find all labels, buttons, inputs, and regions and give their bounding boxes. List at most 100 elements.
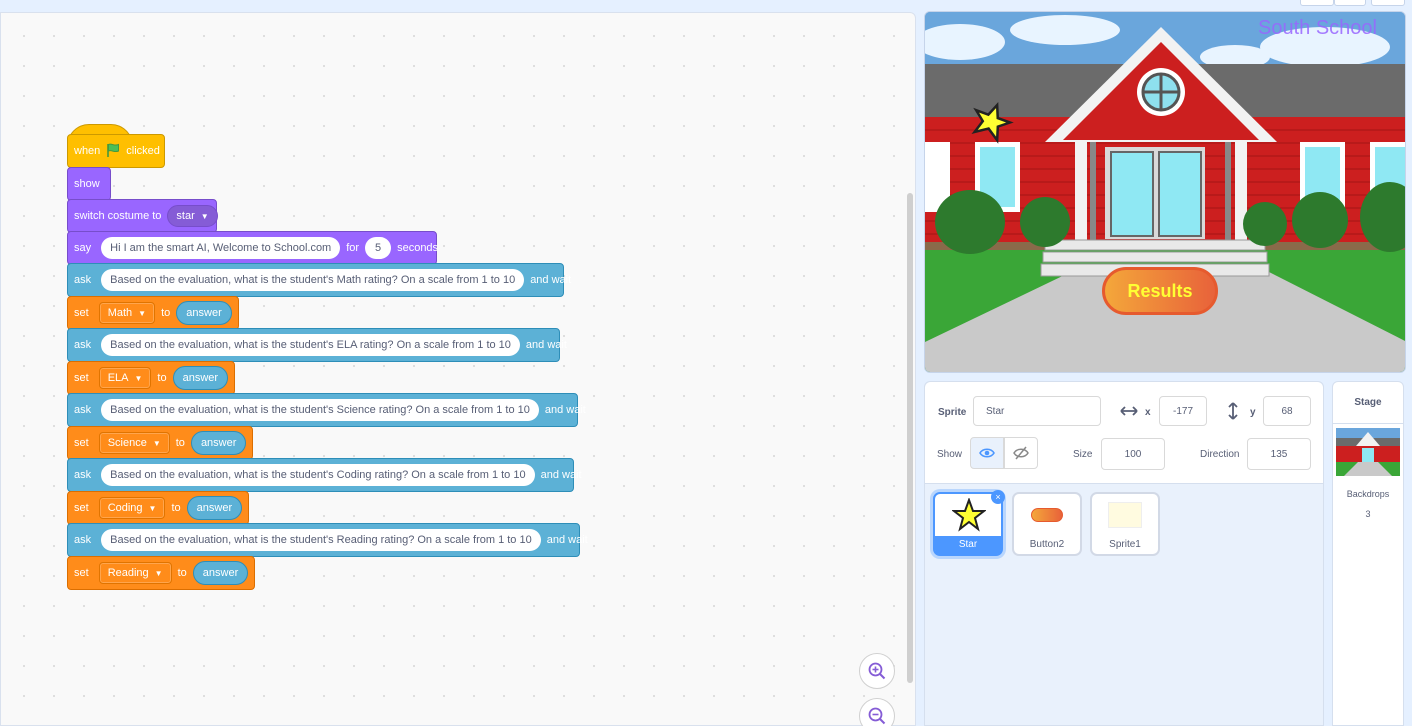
scratch-editor: when clicked show switch costume to star…	[0, 0, 1412, 726]
question-field[interactable]: Based on the evaluation, what is the stu…	[101, 464, 535, 486]
chevron-down-icon: ▼	[134, 373, 143, 383]
answer-reporter[interactable]: answer	[186, 496, 243, 520]
set-variable-block[interactable]: set ELA ▼ to answer	[67, 361, 236, 395]
results-button-sprite[interactable]: Results	[1102, 267, 1218, 315]
set-variable-block[interactable]: set Coding ▼ to answer	[67, 491, 250, 525]
stage-canvas[interactable]: South School Results	[924, 11, 1406, 373]
block-text: set	[74, 437, 89, 449]
eye-slash-icon	[1013, 446, 1029, 460]
block-text: and wait	[546, 534, 588, 546]
say-seconds-field[interactable]: 5	[365, 237, 392, 259]
costume-value: star	[176, 210, 195, 222]
set-variable-block[interactable]: set Math ▼ to answer	[67, 296, 239, 330]
variable-dropdown[interactable]: Math ▼	[98, 302, 156, 324]
block-text: say	[74, 242, 92, 254]
ask-and-wait-block[interactable]: ask Based on the evaluation, what is the …	[67, 328, 567, 362]
block-text: to	[177, 567, 187, 579]
question-field[interactable]: Based on the evaluation, what is the stu…	[101, 529, 541, 551]
variable-dropdown[interactable]: Reading ▼	[98, 562, 172, 584]
ask-and-wait-block[interactable]: ask Based on the evaluation, what is the …	[67, 393, 586, 427]
zoom-in-button[interactable]	[859, 653, 895, 689]
question-field[interactable]: Based on the evaluation, what is the stu…	[101, 399, 539, 421]
costume-dropdown[interactable]: star ▼	[167, 205, 218, 227]
block-text: ask	[74, 404, 92, 416]
x-input[interactable]: -177	[1159, 396, 1207, 426]
backdrops-label: Backdrops	[1346, 489, 1390, 499]
stage-backdrop-thumbnail	[1336, 428, 1400, 476]
when-flag-clicked-block[interactable]: when clicked	[67, 134, 165, 168]
block-text: and wait	[540, 469, 582, 481]
set-variable-block[interactable]: set Reading ▼ to answer	[67, 556, 256, 590]
zoom-out-button[interactable]	[859, 698, 895, 726]
set-variable-block[interactable]: set Science ▼ to answer	[67, 426, 254, 460]
size-label: Size	[1073, 449, 1093, 460]
sprite-thumb-sprite1[interactable]: Sprite1	[1090, 492, 1160, 556]
fullscreen-button[interactable]	[1371, 0, 1405, 6]
eye-icon	[979, 448, 995, 458]
answer-reporter[interactable]: answer	[176, 301, 232, 325]
sprite-thumb-label: Sprite1	[1109, 539, 1141, 550]
chevron-down-icon: ▼	[152, 438, 161, 448]
say-for-secs-block[interactable]: say Hi I am the smart AI, Welcome to Sch…	[67, 231, 438, 265]
block-text: show	[74, 178, 100, 190]
question-field[interactable]: Based on the evaluation, what is the stu…	[101, 269, 525, 291]
block-text: set	[74, 307, 89, 319]
block-text: and wait	[525, 339, 567, 351]
zoom-out-icon	[868, 707, 886, 725]
say-message-field[interactable]: Hi I am the smart AI, Welcome to School.…	[101, 237, 341, 259]
delete-sprite-button[interactable]: ×	[991, 490, 1005, 504]
block-text: to	[171, 502, 181, 514]
answer-reporter[interactable]: answer	[172, 366, 229, 390]
x-label: x	[1145, 407, 1151, 418]
backdrops-count: 3	[1365, 509, 1371, 519]
y-label: y	[1250, 407, 1256, 418]
y-input[interactable]: 68	[1263, 396, 1311, 426]
variable-dropdown[interactable]: Coding ▼	[98, 497, 166, 519]
sprite-thumb-star[interactable]: × Star	[933, 490, 1005, 556]
chevron-down-icon: ▼	[154, 568, 163, 578]
sprite-thumb-button2[interactable]: Button2	[1012, 492, 1082, 556]
direction-label: Direction	[1200, 449, 1240, 460]
block-text: switch costume to	[74, 210, 162, 222]
ask-and-wait-block[interactable]: ask Based on the evaluation, what is the …	[67, 263, 571, 297]
answer-reporter[interactable]: answer	[192, 561, 249, 585]
zoom-in-icon	[868, 662, 886, 680]
button-costume-icon	[1031, 508, 1063, 522]
block-text: to	[161, 307, 171, 319]
question-field[interactable]: Based on the evaluation, what is the stu…	[101, 334, 520, 356]
show-visible-toggle[interactable]	[970, 437, 1004, 469]
workspace-scrollbar[interactable]	[907, 193, 913, 683]
chevron-down-icon: ▼	[138, 308, 147, 318]
direction-input[interactable]: 135	[1247, 438, 1311, 470]
show-hidden-toggle[interactable]	[1004, 437, 1038, 469]
variable-name: Reading	[107, 567, 149, 579]
variable-dropdown[interactable]: ELA ▼	[98, 367, 152, 389]
variable-name: Coding	[107, 502, 143, 514]
block-text: when	[74, 145, 101, 157]
block-text: set	[74, 567, 89, 579]
school-backdrop	[925, 12, 1405, 372]
small-stage-button[interactable]	[1300, 0, 1334, 6]
block-text: ask	[74, 339, 92, 351]
block-text: ask	[74, 469, 92, 481]
block-text: to	[157, 372, 167, 384]
large-stage-button[interactable]	[1334, 0, 1366, 6]
variable-name: Science	[107, 437, 147, 449]
variable-name: ELA	[107, 372, 129, 384]
chevron-down-icon: ▼	[148, 503, 157, 513]
show-block[interactable]: show	[67, 167, 111, 201]
block-text: and wait	[544, 404, 586, 416]
x-arrows-icon	[1120, 406, 1138, 416]
block-text: to	[175, 437, 185, 449]
switch-costume-block[interactable]: switch costume to star ▼	[67, 199, 218, 233]
ask-and-wait-block[interactable]: ask Based on the evaluation, what is the …	[67, 523, 588, 557]
answer-reporter[interactable]: answer	[190, 431, 247, 455]
stage-selector[interactable]: Stage Backdrops 3	[1332, 381, 1404, 726]
stage-title-text: South School	[1258, 17, 1377, 39]
show-label: Show	[937, 449, 963, 460]
sprite-name-input[interactable]: Star	[973, 396, 1101, 426]
block-text: ask	[74, 534, 92, 546]
variable-dropdown[interactable]: Science ▼	[98, 432, 170, 454]
ask-and-wait-block[interactable]: ask Based on the evaluation, what is the …	[67, 458, 582, 492]
size-input[interactable]: 100	[1101, 438, 1165, 470]
